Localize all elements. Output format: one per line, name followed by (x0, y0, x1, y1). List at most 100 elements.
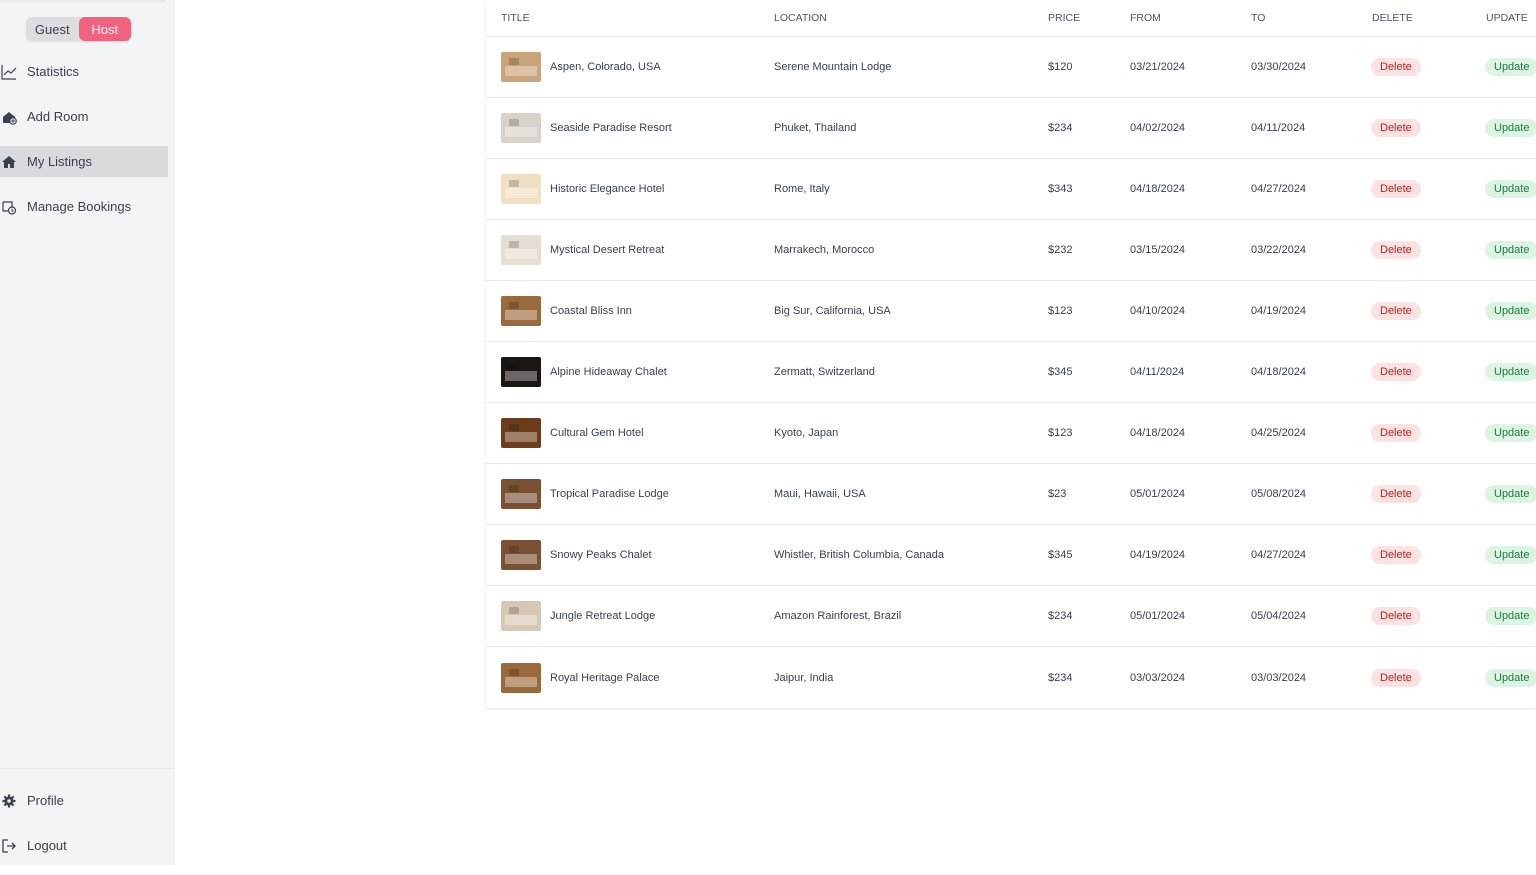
listing-photo-icon (501, 296, 541, 326)
listing-photo-icon (501, 113, 541, 143)
sidebar-item-manage-bookings[interactable]: Manage Bookings (0, 191, 168, 222)
home-icon (0, 153, 18, 171)
sidebar-item-label: Manage Bookings (27, 199, 132, 214)
delete-button[interactable]: Delete (1371, 241, 1421, 259)
listing-to-date: 03/22/2024 (1251, 244, 1307, 256)
bookings-icon (0, 198, 18, 216)
listing-to-date: 04/11/2024 (1251, 122, 1306, 134)
chart-line-icon (0, 63, 18, 81)
update-button[interactable]: Update (1485, 424, 1536, 442)
listing-thumbnail (501, 540, 541, 570)
listing-thumbnail (501, 235, 541, 265)
table-row: Alpine Hideaway Chalet Zermatt, Switzerl… (486, 342, 1536, 403)
table-row: Jungle Retreat Lodge Amazon Rainforest, … (486, 586, 1536, 647)
listing-photo-icon (501, 174, 541, 204)
update-button[interactable]: Update (1485, 119, 1536, 137)
listing-thumbnail (501, 479, 541, 509)
listing-location: Phuket, Thailand (774, 122, 857, 134)
listing-location: Marrakech, Morocco (774, 244, 875, 256)
delete-button[interactable]: Delete (1371, 424, 1421, 442)
table-row: Aspen, Colorado, USA Serene Mountain Lod… (486, 37, 1536, 98)
listing-title: Seaside Paradise Resort (550, 122, 672, 134)
listing-location: Serene Mountain Lodge (774, 61, 892, 73)
table-row: Cultural Gem Hotel Kyoto, Japan $123 04/… (486, 403, 1536, 464)
listing-title: Alpine Hideaway Chalet (550, 366, 667, 378)
table-row: Historic Elegance Hotel Rome, Italy $343… (486, 159, 1536, 220)
sidebar-item-label: Logout (27, 838, 67, 853)
header-delete: Delete (1372, 12, 1413, 24)
sidebar-item-add-room[interactable]: Add Room (0, 101, 168, 132)
update-button[interactable]: Update (1485, 668, 1536, 687)
table-row: Tropical Paradise Lodge Maui, Hawaii, US… (486, 464, 1536, 525)
update-button[interactable]: Update (1485, 302, 1536, 320)
delete-button[interactable]: Delete (1371, 363, 1421, 381)
sidebar-item-profile[interactable]: Profile (0, 785, 175, 816)
logout-icon (0, 837, 18, 855)
header-location: Location (774, 12, 827, 24)
update-button[interactable]: Update (1485, 546, 1536, 564)
delete-button[interactable]: Delete (1371, 302, 1421, 320)
update-button[interactable]: Update (1485, 58, 1536, 76)
listing-location: Maui, Hawaii, USA (774, 488, 866, 500)
listing-from-date: 03/03/2024 (1130, 671, 1186, 684)
listing-from-date: 03/21/2024 (1130, 61, 1186, 73)
add-room-icon (0, 108, 18, 126)
listing-from-date: 04/19/2024 (1130, 549, 1186, 561)
table-body: Aspen, Colorado, USA Serene Mountain Lod… (486, 37, 1536, 708)
delete-button[interactable]: Delete (1371, 58, 1421, 76)
listing-to-date: 04/19/2024 (1251, 305, 1307, 317)
sidebar-bottom: Profile Logout (0, 768, 175, 875)
sidebar-item-logout[interactable]: Logout (0, 830, 175, 861)
listing-to-date: 04/25/2024 (1251, 427, 1307, 439)
listing-location: Whistler, British Columbia, Canada (774, 549, 944, 561)
delete-button[interactable]: Delete (1371, 546, 1421, 564)
header-update: Update (1486, 12, 1528, 24)
header-from: From (1130, 12, 1161, 24)
sidebar-nav: Statistics Add Room My Listings Manage B… (0, 56, 168, 236)
header-title: Title (501, 12, 530, 24)
host-toggle-button[interactable]: Host (78, 17, 131, 41)
update-button[interactable]: Update (1485, 607, 1536, 625)
title-cell: Snowy Peaks Chalet (501, 540, 652, 570)
listing-location: Zermatt, Switzerland (774, 366, 875, 378)
listing-title: Royal Heritage Palace (550, 671, 660, 684)
guest-toggle-button[interactable]: Guest (26, 17, 79, 41)
listing-title: Jungle Retreat Lodge (550, 610, 656, 622)
listing-photo-icon (501, 235, 541, 265)
update-button[interactable]: Update (1485, 363, 1536, 381)
delete-button[interactable]: Delete (1371, 607, 1421, 625)
update-button[interactable]: Update (1485, 485, 1536, 503)
listing-photo-icon (501, 540, 541, 570)
sidebar-item-label: Add Room (27, 109, 89, 124)
title-cell: Seaside Paradise Resort (501, 113, 672, 143)
listing-thumbnail (501, 296, 541, 326)
sidebar-item-statistics[interactable]: Statistics (0, 56, 168, 87)
listing-to-date: 04/27/2024 (1251, 183, 1307, 195)
title-cell: Jungle Retreat Lodge (501, 601, 655, 631)
listing-title: Snowy Peaks Chalet (550, 549, 652, 561)
sidebar-top-shadow (0, 0, 165, 4)
delete-button[interactable]: Delete (1371, 668, 1421, 687)
sidebar-item-my-listings[interactable]: My Listings (0, 146, 168, 177)
listing-thumbnail (501, 662, 541, 693)
listing-from-date: 04/18/2024 (1130, 427, 1186, 439)
listing-photo-icon (501, 418, 541, 448)
title-cell: Cultural Gem Hotel (501, 418, 644, 448)
update-button[interactable]: Update (1485, 180, 1536, 198)
listing-title: Historic Elegance Hotel (550, 183, 665, 195)
listing-location: Rome, Italy (774, 183, 830, 195)
header-price: Price (1048, 12, 1081, 24)
role-toggle: Guest Host (26, 17, 131, 41)
listing-price: $120 (1048, 61, 1073, 73)
listing-location: Kyoto, Japan (774, 427, 839, 439)
listing-from-date: 05/01/2024 (1130, 488, 1186, 500)
title-cell: Mystical Desert Retreat (501, 235, 664, 265)
delete-button[interactable]: Delete (1371, 119, 1421, 137)
delete-button[interactable]: Delete (1371, 485, 1421, 503)
listing-to-date: 05/04/2024 (1251, 610, 1307, 622)
update-button[interactable]: Update (1485, 241, 1536, 259)
table-row: Coastal Bliss Inn Big Sur, California, U… (486, 281, 1536, 342)
title-cell: Coastal Bliss Inn (501, 296, 632, 326)
listing-location: Amazon Rainforest, Brazil (774, 610, 902, 622)
delete-button[interactable]: Delete (1371, 180, 1421, 198)
